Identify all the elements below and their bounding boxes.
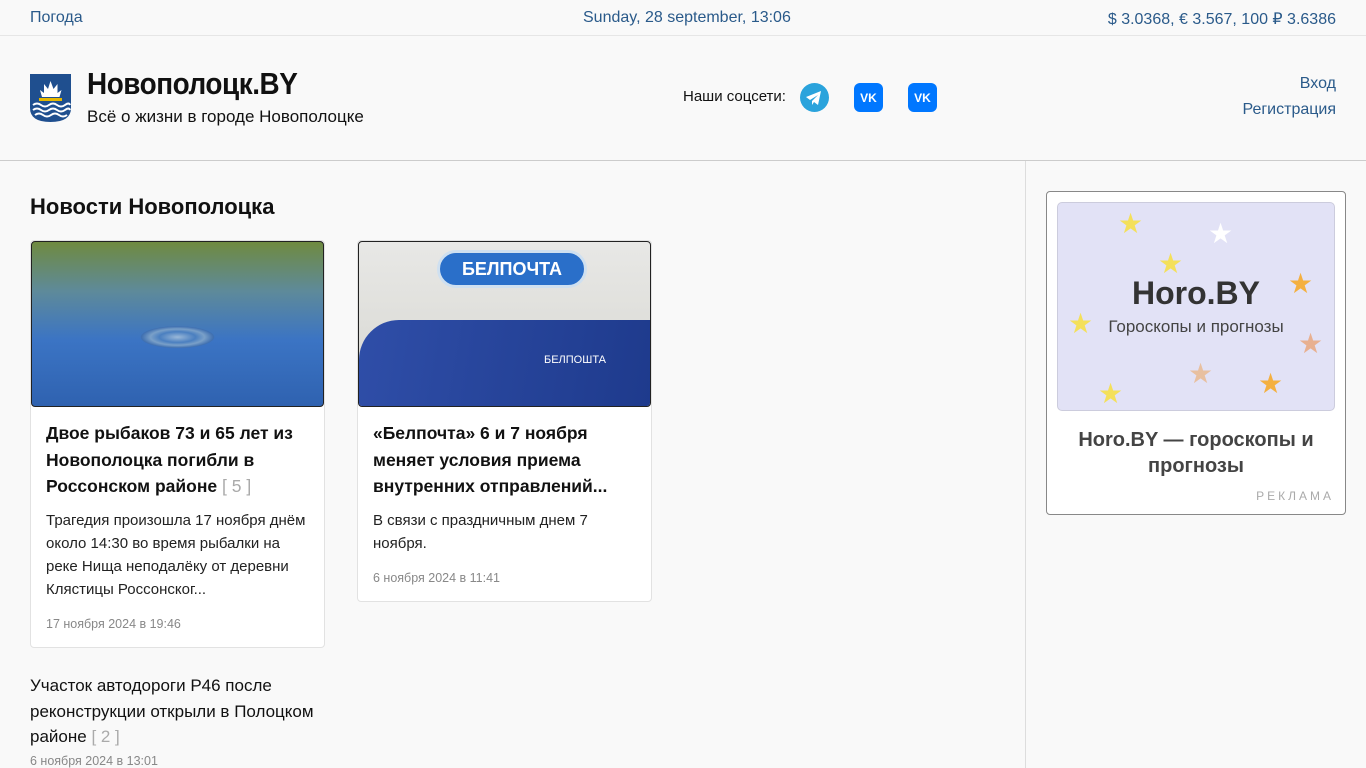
vk-icon[interactable]: VK xyxy=(854,83,883,112)
vk-icon[interactable]: VK xyxy=(908,83,937,112)
telegram-icon[interactable] xyxy=(800,83,829,112)
svg-text:★: ★ xyxy=(1098,377,1123,410)
currency-rates: $ 3.0368, € 3.567, 100 ₽ 3.6386 xyxy=(1107,11,1336,28)
comment-count: [ 5 ] xyxy=(222,476,252,496)
current-datetime: Sunday, 28 september, 13:06 xyxy=(583,9,791,26)
news-list-title[interactable]: Участок автодороги Р46 после реконструкц… xyxy=(30,676,314,746)
news-excerpt: Трагедия произошла 17 ноября днём около … xyxy=(46,511,306,598)
ad-image-title: Horo.BY xyxy=(1132,275,1260,311)
news-image-water-ripples[interactable] xyxy=(31,241,324,407)
site-header: Новополоцк.BY Всё о жизни в городе Новоп… xyxy=(0,36,1366,161)
site-subtitle: Всё о жизни в городе Новополоцке xyxy=(87,107,364,126)
news-date: 6 ноября 2024 в 11:41 xyxy=(373,570,501,585)
svg-text:★: ★ xyxy=(1258,367,1283,400)
ad-label: РЕКЛАМА xyxy=(1256,489,1334,503)
top-bar: Погода Sunday, 28 september, 13:06 $ 3.0… xyxy=(0,0,1366,36)
city-emblem-logo[interactable] xyxy=(30,74,71,122)
news-title-text[interactable]: Двое рыбаков 73 и 65 лет из Новополоцка … xyxy=(46,423,293,496)
news-card[interactable]: Двое рыбаков 73 и 65 лет из Новополоцка … xyxy=(30,240,325,648)
news-title[interactable]: «Белпочта» 6 и 7 ноября меняет условия п… xyxy=(373,420,636,500)
section-title: Новости Новополоцка xyxy=(30,194,275,219)
news-list-item[interactable]: Участок автодороги Р46 после реконструкц… xyxy=(30,673,330,750)
news-date: 17 ноября 2024 в 19:46 xyxy=(46,616,181,631)
weather-link[interactable]: Погода xyxy=(30,9,83,27)
svg-text:VK: VK xyxy=(914,91,931,105)
ad-block[interactable]: ★ ★ ★ ★ ★ ★ ★ ★ ★ Horo.BY Гороскопы и прогнозы… xyxy=(1046,191,1346,515)
news-image-belpochta[interactable]: БЕЛПОЧТА БЕЛПОШТА xyxy=(358,241,651,407)
news-title[interactable]: Двое рыбаков 73 и 65 лет из Новополоцка … xyxy=(46,420,309,500)
svg-text:★: ★ xyxy=(1118,207,1143,240)
svg-text:VK: VK xyxy=(860,91,877,105)
news-excerpt: В связи с праздничным днем 7 ноября. xyxy=(373,511,588,552)
register-link[interactable]: Регистрация xyxy=(1242,101,1336,119)
news-date: 6 ноября 2024 в 13:01 xyxy=(30,754,158,768)
column-divider xyxy=(1025,161,1026,768)
ad-image[interactable]: ★ ★ ★ ★ ★ ★ ★ ★ ★ Horo.BY Гороскопы и прогнозы xyxy=(1057,202,1335,411)
site-title[interactable]: Новополоцк.BY xyxy=(87,66,298,102)
login-link[interactable]: Вход xyxy=(1300,75,1336,93)
svg-text:★: ★ xyxy=(1208,217,1233,250)
ad-title[interactable]: Horo.BY — гороскопы и прогнозы xyxy=(1067,427,1325,479)
belpochta-sign: БЕЛПОЧТА xyxy=(437,250,587,288)
news-card[interactable]: БЕЛПОЧТА БЕЛПОШТА «Белпочта» 6 и 7 ноябр… xyxy=(357,240,652,602)
svg-text:★: ★ xyxy=(1188,357,1213,390)
ad-image-subtitle: Гороскопы и прогнозы xyxy=(1108,317,1284,336)
belpochta-van: БЕЛПОШТА xyxy=(359,320,650,406)
social-label: Наши соцсети: xyxy=(683,88,786,105)
comment-count: [ 2 ] xyxy=(91,727,120,746)
